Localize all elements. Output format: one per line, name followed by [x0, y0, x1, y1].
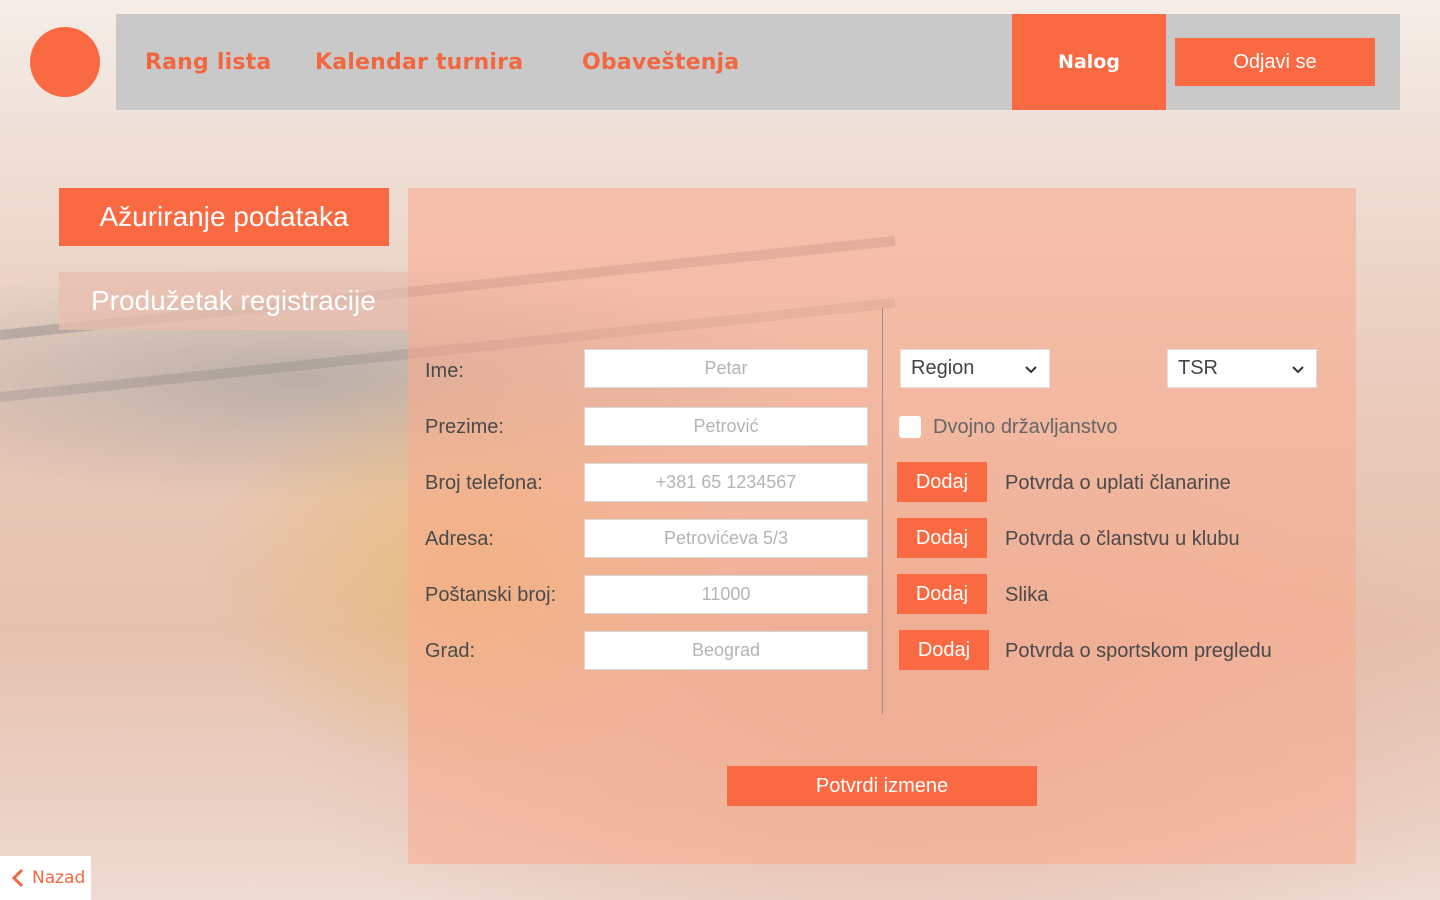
photo-label: Slika — [1005, 584, 1049, 606]
postal-code-label: Poštanski broj: — [425, 584, 557, 606]
logout-button[interactable]: Odjavi se — [1175, 38, 1375, 86]
dual-citizenship-label: Dvojno državljanstvo — [933, 416, 1118, 438]
add-photo-button[interactable]: Dodaj — [897, 574, 987, 614]
city-label: Grad: — [425, 640, 476, 662]
region-select[interactable]: Region — [900, 349, 1050, 388]
address-label: Adresa: — [425, 528, 494, 550]
tab-produzetak-registracije[interactable]: Produžetak registracije — [59, 272, 408, 330]
address-input[interactable] — [584, 519, 868, 558]
club-membership-label: Potvrda o članstvu u klubu — [1005, 528, 1240, 550]
last-name-input[interactable] — [584, 407, 868, 446]
phone-label: Broj telefona: — [425, 472, 543, 494]
tab-azuriranje-podataka[interactable]: Ažuriranje podataka — [59, 188, 389, 246]
city-input[interactable] — [584, 631, 868, 670]
chevron-down-icon — [1292, 365, 1304, 373]
region-select-value: Region — [911, 357, 975, 379]
nav-link-kalendar-turnira[interactable]: Kalendar turnira — [315, 14, 523, 110]
add-membership-payment-button[interactable]: Dodaj — [897, 462, 987, 502]
membership-payment-label: Potvrda o uplati članarine — [1005, 472, 1231, 494]
top-navbar: Rang lista Kalendar turnira Obaveštenja … — [116, 14, 1400, 110]
back-label: Nazad — [32, 868, 86, 888]
dual-citizenship-checkbox[interactable] — [899, 416, 921, 438]
federation-select-value: TSR — [1178, 357, 1218, 379]
add-medical-check-button[interactable]: Dodaj — [899, 630, 989, 670]
nav-link-rang-lista[interactable]: Rang lista — [145, 14, 271, 110]
phone-input[interactable] — [584, 463, 868, 502]
nav-link-obavestenja[interactable]: Obaveštenja — [582, 14, 739, 110]
confirm-changes-button[interactable]: Potvrdi izmene — [727, 766, 1037, 806]
logo[interactable] — [30, 27, 100, 97]
first-name-label: Ime: — [425, 360, 464, 382]
update-data-panel: Ime: Prezime: Broj telefona: Adresa: Poš… — [408, 188, 1356, 864]
federation-select[interactable]: TSR — [1167, 349, 1317, 388]
chevron-down-icon — [1025, 365, 1037, 373]
add-club-membership-button[interactable]: Dodaj — [897, 518, 987, 558]
column-divider — [882, 308, 883, 714]
postal-code-input[interactable] — [584, 575, 868, 614]
last-name-label: Prezime: — [425, 416, 504, 438]
chevron-left-icon — [11, 868, 24, 888]
first-name-input[interactable] — [584, 349, 868, 388]
medical-check-label: Potvrda o sportskom pregledu — [1005, 640, 1272, 662]
nav-link-nalog-active[interactable]: Nalog — [1012, 14, 1166, 110]
back-button[interactable]: Nazad — [0, 856, 91, 900]
